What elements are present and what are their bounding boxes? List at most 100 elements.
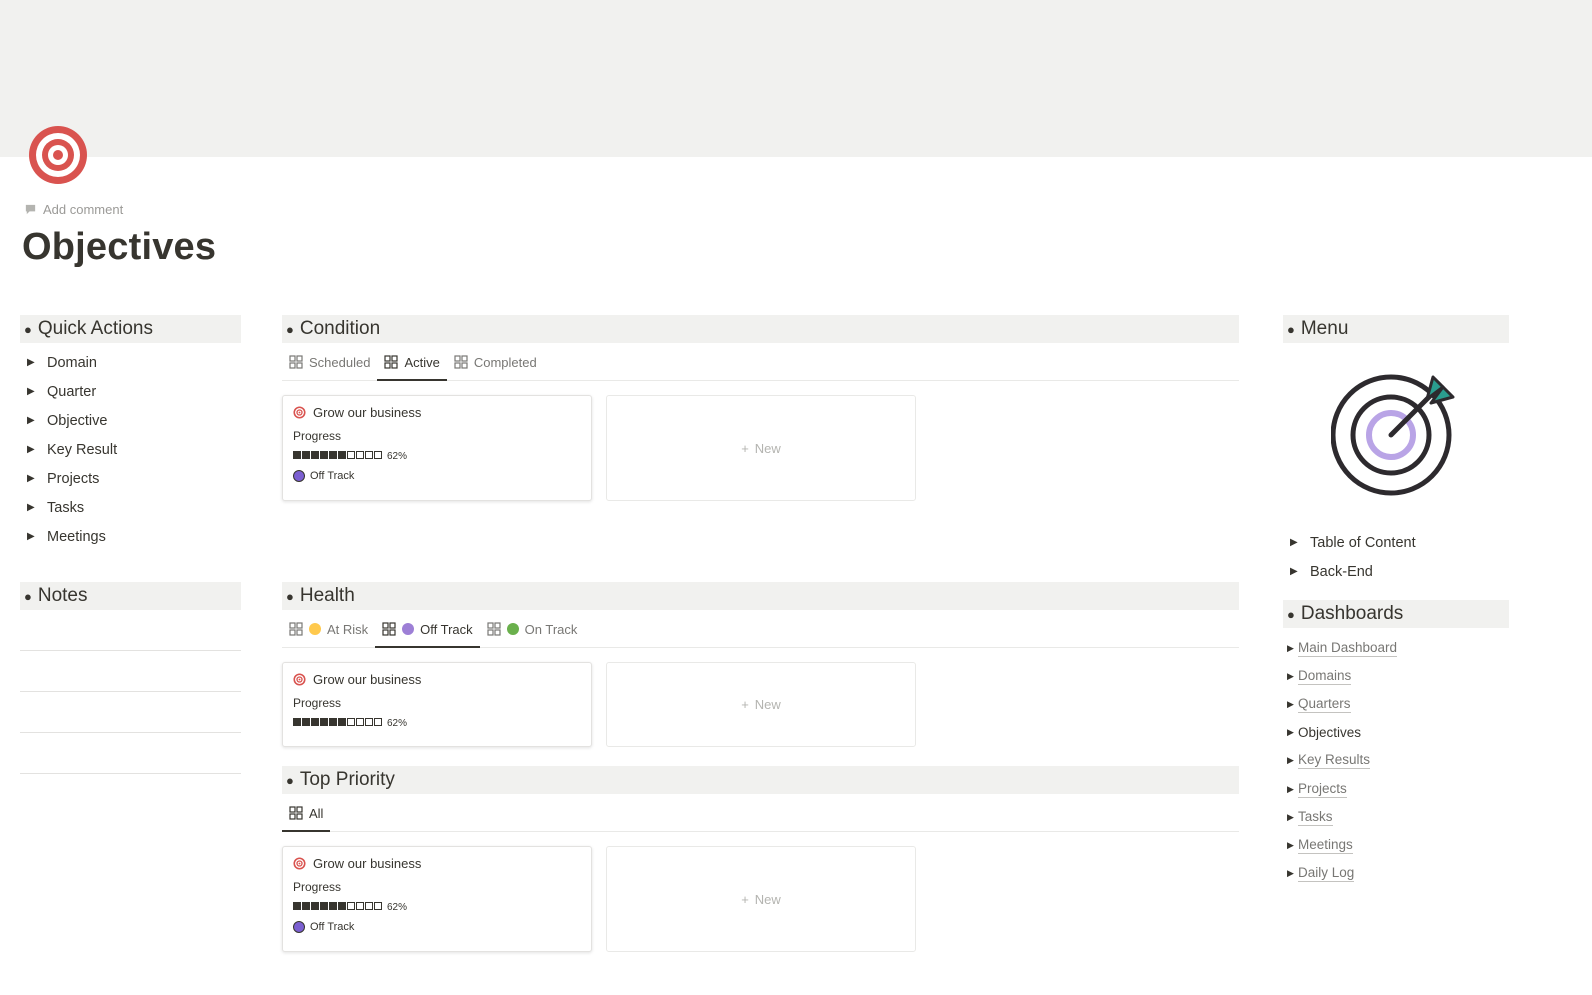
toggle-meetings[interactable]: ▶ Meetings [20,522,241,551]
bullet-icon: ● [24,321,32,337]
triangle-right-icon[interactable]: ▶ [27,502,47,513]
notes-line[interactable] [20,651,241,692]
tab-scheduled[interactable]: Scheduled [282,344,377,380]
triangle-right-icon[interactable]: ▶ [27,473,47,484]
tab-on-track[interactable]: On Track [480,611,585,647]
progress-square [356,451,364,459]
progress-text: 62% [387,451,408,462]
progress-square [329,902,337,910]
board-view-icon [384,355,399,369]
toggle-label: Table of Content [1310,534,1416,551]
toggle-key-result[interactable]: ▶ Key Result [20,435,241,464]
triangle-right-icon[interactable]: ▶ [27,531,47,542]
triangle-right-icon[interactable]: ▶ [27,357,47,368]
bullet-icon: ● [286,772,294,788]
board-view-icon [454,355,468,369]
progress-square [329,718,337,726]
board-view-icon [487,622,501,636]
progress-square [365,718,373,726]
status-dot-icon [293,921,305,933]
tab-off-track[interactable]: Off Track [375,611,480,648]
objective-card[interactable]: Grow our business Progress 62% Off Track [282,846,592,952]
triangle-right-icon[interactable]: ▶ [1290,566,1310,577]
dashboard-item-objectives: ▶ Objectives [1283,719,1509,747]
plus-icon: + [741,440,749,456]
new-card-button[interactable]: + New [606,395,916,501]
progress-label: Progress [293,429,342,443]
board-view-icon [289,622,303,636]
progress-square [293,902,301,910]
tab-active[interactable]: Active [377,344,448,381]
condition-board: Grow our business Progress 62% Off Track… [282,395,1239,501]
tab-all[interactable]: All [282,795,331,832]
page-title[interactable]: Objectives [22,226,216,269]
tab-label: At Risk [327,621,369,637]
condition-title: Condition [299,318,381,339]
progress-square [365,902,373,910]
dashboard-link[interactable]: Main Dashboard [1298,640,1398,657]
dashboard-link[interactable]: Meetings [1298,837,1353,854]
objective-card[interactable]: Grow our business Progress 62% Off Track [282,395,592,501]
toggle-domain[interactable]: ▶ Domain [20,348,241,377]
add-comment-button[interactable]: Add comment [24,202,123,217]
dashboard-item-main-dashboard: ▶ Main Dashboard [1283,634,1509,662]
notes-line[interactable] [20,610,241,651]
toggle-objective[interactable]: ▶ Objective [20,406,241,435]
objective-card[interactable]: Grow our business Progress 62% [282,662,592,747]
dashboard-link[interactable]: Domains [1298,668,1352,685]
bullet-icon: ● [24,588,32,604]
progress-bar: 62% [293,451,581,462]
triangle-right-icon: ▶ [1287,670,1294,681]
board-view-icon [289,355,303,369]
progress-square [338,902,346,910]
notes-line[interactable] [20,733,241,774]
health-section: ● Health At Risk Off Track On Track Grow o… [282,582,1239,747]
toggle-table-of-content[interactable]: ▶ Table of Content [1283,528,1509,557]
new-label: New [754,440,781,456]
triangle-right-icon[interactable]: ▶ [27,444,47,455]
toggle-back-end[interactable]: ▶ Back-End [1283,557,1509,586]
tab-at-risk[interactable]: At Risk [282,611,375,647]
progress-square [320,451,328,459]
progress-square [374,718,382,726]
tab-label: Scheduled [309,354,371,370]
target-arrow-icon [1330,374,1455,496]
plus-icon: + [741,891,749,907]
progress-square [365,451,373,459]
toggle-label: Objective [47,412,108,429]
new-label: New [754,697,781,712]
progress-square [347,718,355,726]
dashboard-link[interactable]: Tasks [1298,809,1333,826]
target-page-icon[interactable] [28,125,88,185]
triangle-right-icon: ▶ [1287,727,1294,738]
card-title: Grow our business [313,856,422,871]
toggle-label: Meetings [47,528,106,545]
health-header: ● Health [282,582,1239,610]
menu-header: ● Menu [1283,315,1509,343]
dashboard-link[interactable]: Daily Log [1298,865,1355,883]
quick-actions-section: ● Quick Actions ▶ Domain ▶ Quarter ▶ Objectiv… [20,315,241,551]
progress-square [347,451,355,459]
triangle-right-icon: ▶ [1287,698,1294,709]
tab-label: Active [404,354,440,370]
board-view-icon [382,622,396,636]
triangle-right-icon[interactable]: ▶ [27,386,47,397]
board-view-icon [289,806,303,820]
new-card-button[interactable]: + New [606,662,916,747]
progress-square [311,902,319,910]
triangle-right-icon[interactable]: ▶ [1290,537,1310,548]
target-icon [293,857,306,870]
toggle-projects[interactable]: ▶ Projects [20,464,241,493]
triangle-right-icon[interactable]: ▶ [27,415,47,426]
dashboard-link[interactable]: Key Results [1298,752,1371,770]
toggle-tasks[interactable]: ▶ Tasks [20,493,241,522]
toggle-quarter[interactable]: ▶ Quarter [20,377,241,406]
notes-header: ● Notes [20,582,241,610]
dashboard-link[interactable]: Projects [1298,781,1347,798]
new-card-button[interactable]: + New [606,846,916,952]
tab-completed[interactable]: Completed [447,344,544,380]
notes-line[interactable] [20,692,241,733]
target-icon [293,406,306,419]
dashboard-link[interactable]: Quarters [1298,696,1351,713]
status-dot-icon [309,623,321,635]
